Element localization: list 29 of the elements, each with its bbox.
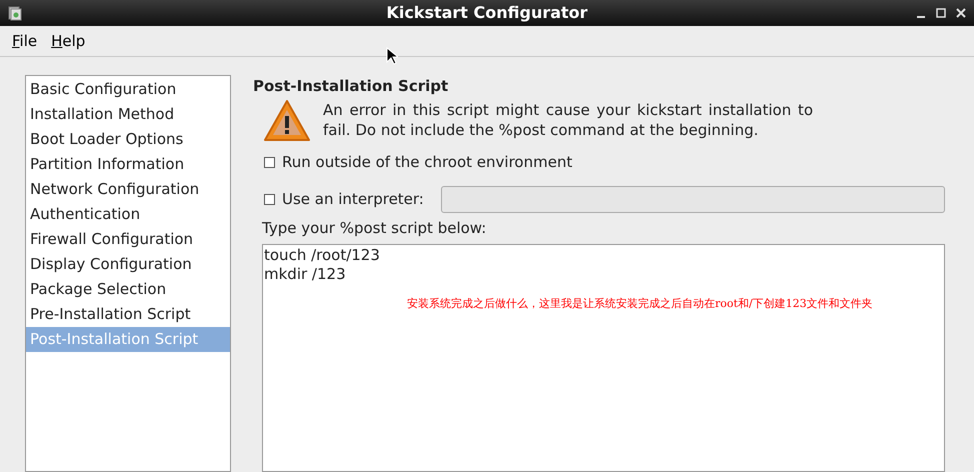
script-editor[interactable]: touch /root/123 mkdir /123 安装系统完成之后做什么，这里我是让系统安装完成之后自动在root和/下创建123文件和文件夹 [262, 244, 945, 472]
checkbox[interactable] [264, 194, 275, 205]
sidebar-item[interactable]: Basic Configuration [26, 77, 230, 102]
script-line: mkdir /123 [264, 264, 346, 284]
sidebar-item[interactable]: Installation Method [26, 102, 230, 127]
section-heading: Post-Installation Script [253, 76, 450, 97]
sidebar-item[interactable]: Boot Loader Options [26, 127, 230, 152]
close-icon[interactable] [956, 8, 966, 18]
menu-item[interactable]: File [12, 30, 38, 52]
annotation-text: 安装系统完成之后做什么，这里我是让系统安装完成之后自动在root和/下创建123文件和文件夹 [407, 296, 873, 312]
warning-icon [263, 99, 311, 143]
sidebar-item[interactable]: Partition Information [26, 152, 230, 177]
sidebar-item[interactable]: Network Configuration [26, 177, 230, 202]
checkbox[interactable] [264, 157, 275, 168]
sidebar-item[interactable]: Authentication [26, 202, 230, 227]
checkbox-label[interactable]: Run outside of the chroot environment [282, 151, 572, 174]
script-line: touch /root/123 [264, 246, 380, 264]
maximize-icon[interactable] [936, 8, 946, 18]
window-title: Kickstart Configurator [386, 2, 588, 24]
sidebar-item[interactable]: Display Configuration [26, 252, 230, 277]
script-label: Type your %post script below: [261, 218, 488, 239]
menu-item[interactable]: Help [51, 30, 86, 52]
app-icon [8, 5, 22, 21]
cursor-icon [386, 47, 398, 65]
sidebar-item[interactable]: Package Selection [26, 277, 230, 302]
warning-text: An error in this script might cause your kickstart installation to fail. Do not include the %post command at the beginning. [323, 100, 813, 140]
sidebar-item[interactable]: Pre-Installation Script [26, 302, 230, 327]
sidebar-item[interactable]: Firewall Configuration [26, 227, 230, 252]
checkbox-label[interactable]: Use an interpreter: [282, 188, 424, 211]
